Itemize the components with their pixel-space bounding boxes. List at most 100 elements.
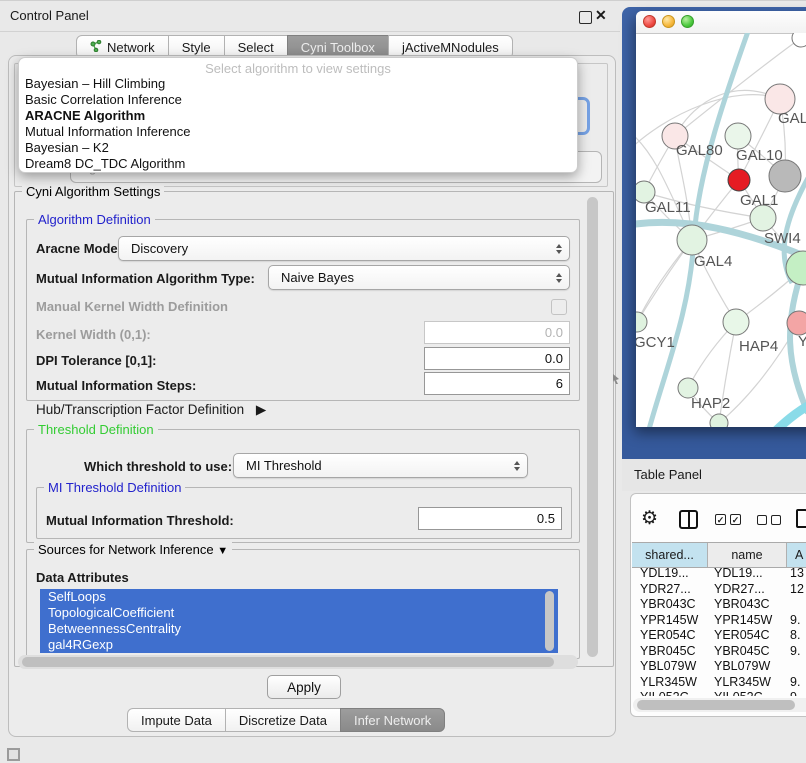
zoom-traffic-light-icon[interactable] [681, 15, 694, 28]
unchecked-box-icon [771, 515, 781, 525]
algorithm-option-bayesian-k2[interactable]: Bayesian – K2 [19, 140, 577, 156]
kernel-width-label: Kernel Width (0,1): [36, 327, 151, 342]
table-row[interactable]: YBR043C YBR043C [632, 597, 806, 613]
table-row[interactable]: YBL079W YBL079W [632, 659, 806, 675]
tab-discretize-data[interactable]: Discretize Data [225, 708, 341, 732]
label-gal4: GAL4 [694, 253, 732, 270]
node-gcy1[interactable] [636, 312, 647, 332]
hub-tf-label: Hub/Transcription Factor Definition [36, 402, 244, 417]
tab-jactivemnodules-label: jActiveMNodules [402, 40, 499, 55]
manual-kernel-label: Manual Kernel Width Definition [36, 299, 228, 314]
table-panel: ⚙ ✓ ✓ shared... name A YDL19... YDL19...… [630, 493, 806, 717]
which-threshold-combo[interactable]: MI Threshold [233, 453, 528, 478]
label-hap4: HAP4 [739, 338, 778, 355]
mi-steps-label: Mutual Information Steps: [36, 378, 196, 393]
attribute-item-betweennesscentrality[interactable]: BetweennessCentrality [40, 621, 558, 637]
mi-threshold-value: 0.5 [537, 511, 555, 526]
sources-expander[interactable]: Sources for Network Inference ▼ [34, 542, 232, 557]
algorithm-option-aracne[interactable]: ARACNE Algorithm [19, 108, 577, 124]
document-icon[interactable] [796, 509, 806, 528]
aracne-mode-combo[interactable]: Discovery [118, 236, 570, 261]
sources-title: Sources for Network Inference [38, 542, 214, 557]
dpi-tolerance-field[interactable]: 0.0 [424, 347, 570, 370]
screen: Control Panel ✕ Network Style Select Cyn… [0, 0, 806, 763]
attributes-list-scrollbar[interactable] [545, 591, 554, 651]
table-row[interactable]: YDR27... YDR27... 12 [632, 582, 806, 598]
table-row[interactable]: YER054C YER054C 8. [632, 628, 806, 644]
close-icon[interactable]: ✕ [595, 7, 607, 24]
minimize-traffic-light-icon[interactable] [662, 15, 675, 28]
select-all-columns-icon[interactable]: ✓ ✓ [715, 514, 741, 525]
table-row[interactable]: YBR045C YBR045C 9. [632, 644, 806, 660]
combo-stepper-icon [556, 273, 562, 283]
table-body: YDL19... YDL19... 13 YDR27... YDR27... 1… [632, 566, 806, 696]
table-row[interactable]: YPR145W YPR145W 9. [632, 613, 806, 629]
unchecked-box-icon [757, 515, 767, 525]
algorithm-option-mutual-information[interactable]: Mutual Information Inference [19, 124, 577, 140]
expander-down-arrow-icon: ▼ [217, 545, 228, 557]
deselect-all-columns-icon[interactable] [757, 515, 781, 525]
settings-vertical-scrollbar[interactable] [587, 197, 598, 657]
table-panel-title: Table Panel [634, 467, 702, 482]
mi-steps-field[interactable]: 6 [424, 372, 570, 395]
algorithm-dropdown-placeholder: Select algorithm to view settings [19, 61, 577, 76]
which-threshold-value: MI Threshold [246, 458, 322, 473]
close-traffic-light-icon[interactable] [643, 15, 656, 28]
table-header-row: shared... name A [632, 542, 806, 568]
table-row[interactable]: YLR345W YLR345W 9. [632, 675, 806, 691]
network-window-titlebar[interactable] [636, 11, 806, 34]
label-y-partial: Y [798, 333, 806, 350]
apply-button-label: Apply [287, 680, 321, 695]
node-red-selected[interactable] [728, 169, 750, 191]
gear-icon[interactable]: ⚙ [641, 509, 658, 528]
mi-threshold-group-title: MI Threshold Definition [44, 480, 185, 495]
tab-select-label: Select [238, 40, 274, 55]
cyni-algorithm-settings-title: Cyni Algorithm Settings [22, 184, 164, 199]
tab-impute-data-label: Impute Data [141, 713, 212, 728]
attribute-item-selfloops[interactable]: SelfLoops [40, 589, 558, 605]
node-hap4[interactable] [723, 309, 749, 335]
tab-infer-network-label: Infer Network [354, 713, 431, 728]
aracne-mode-value: Discovery [131, 241, 188, 256]
attribute-item-gal4rgexp[interactable]: gal4RGexp [40, 637, 558, 653]
settings-hscroll-track[interactable] [18, 655, 578, 669]
table-row[interactable]: YIL052C YIL052C 9. [632, 690, 806, 696]
table-row[interactable]: YDL19... YDL19... 13 [632, 566, 806, 582]
hub-tf-expander[interactable]: Hub/Transcription Factor Definition ▶ [36, 402, 266, 418]
table-hscroll-track[interactable] [633, 698, 806, 712]
column-header-shared-name[interactable]: shared... [632, 543, 708, 567]
algorithm-option-dream8[interactable]: Dream8 DC_TDC Algorithm [19, 156, 577, 172]
node-pink-right[interactable] [787, 311, 806, 335]
column-header-partial[interactable]: A [787, 543, 806, 567]
algorithm-option-basic-correlation[interactable]: Basic Correlation Inference [19, 92, 577, 108]
node-gal4[interactable] [677, 225, 707, 255]
apply-button[interactable]: Apply [267, 675, 341, 699]
tab-impute-data[interactable]: Impute Data [127, 708, 226, 732]
manual-kernel-checkbox[interactable] [551, 299, 567, 315]
node-gray[interactable] [769, 160, 801, 192]
node-unlabeled-top[interactable] [792, 33, 806, 47]
column-header-name[interactable]: name [708, 543, 787, 567]
node-bottom[interactable] [710, 414, 728, 427]
tab-discretize-data-label: Discretize Data [239, 713, 327, 728]
label-gal11: GAL11 [645, 199, 691, 216]
label-gcy1: GCY1 [636, 334, 675, 351]
expander-right-arrow-icon: ▶ [256, 402, 266, 417]
float-window-icon[interactable] [579, 11, 592, 24]
mi-threshold-field[interactable]: 0.5 [418, 507, 562, 530]
kernel-width-field[interactable]: 0.0 [424, 321, 570, 344]
network-icon [90, 40, 102, 55]
columns-icon[interactable] [679, 510, 698, 529]
control-panel-title: Control Panel [10, 8, 89, 23]
node-gal10[interactable] [725, 123, 751, 149]
mi-type-combo[interactable]: Naive Bayes [268, 265, 570, 290]
tab-infer-network[interactable]: Infer Network [340, 708, 445, 732]
settings-hscroll-thumb[interactable] [22, 657, 554, 667]
corner-grip[interactable] [7, 748, 20, 761]
attribute-item-topologicalcoefficient[interactable]: TopologicalCoefficient [40, 605, 558, 621]
tab-cyni-toolbox-label: Cyni Toolbox [301, 40, 375, 55]
table-hscroll-thumb[interactable] [637, 700, 795, 710]
algorithm-option-bayesian-hill-climbing[interactable]: Bayesian – Hill Climbing [19, 76, 577, 92]
combo-stepper-icon [556, 244, 562, 254]
network-view-window[interactable]: GAL GAL80 GAL10 GAL1 GAL11 SWI4 GAL4 GCY… [636, 11, 806, 427]
